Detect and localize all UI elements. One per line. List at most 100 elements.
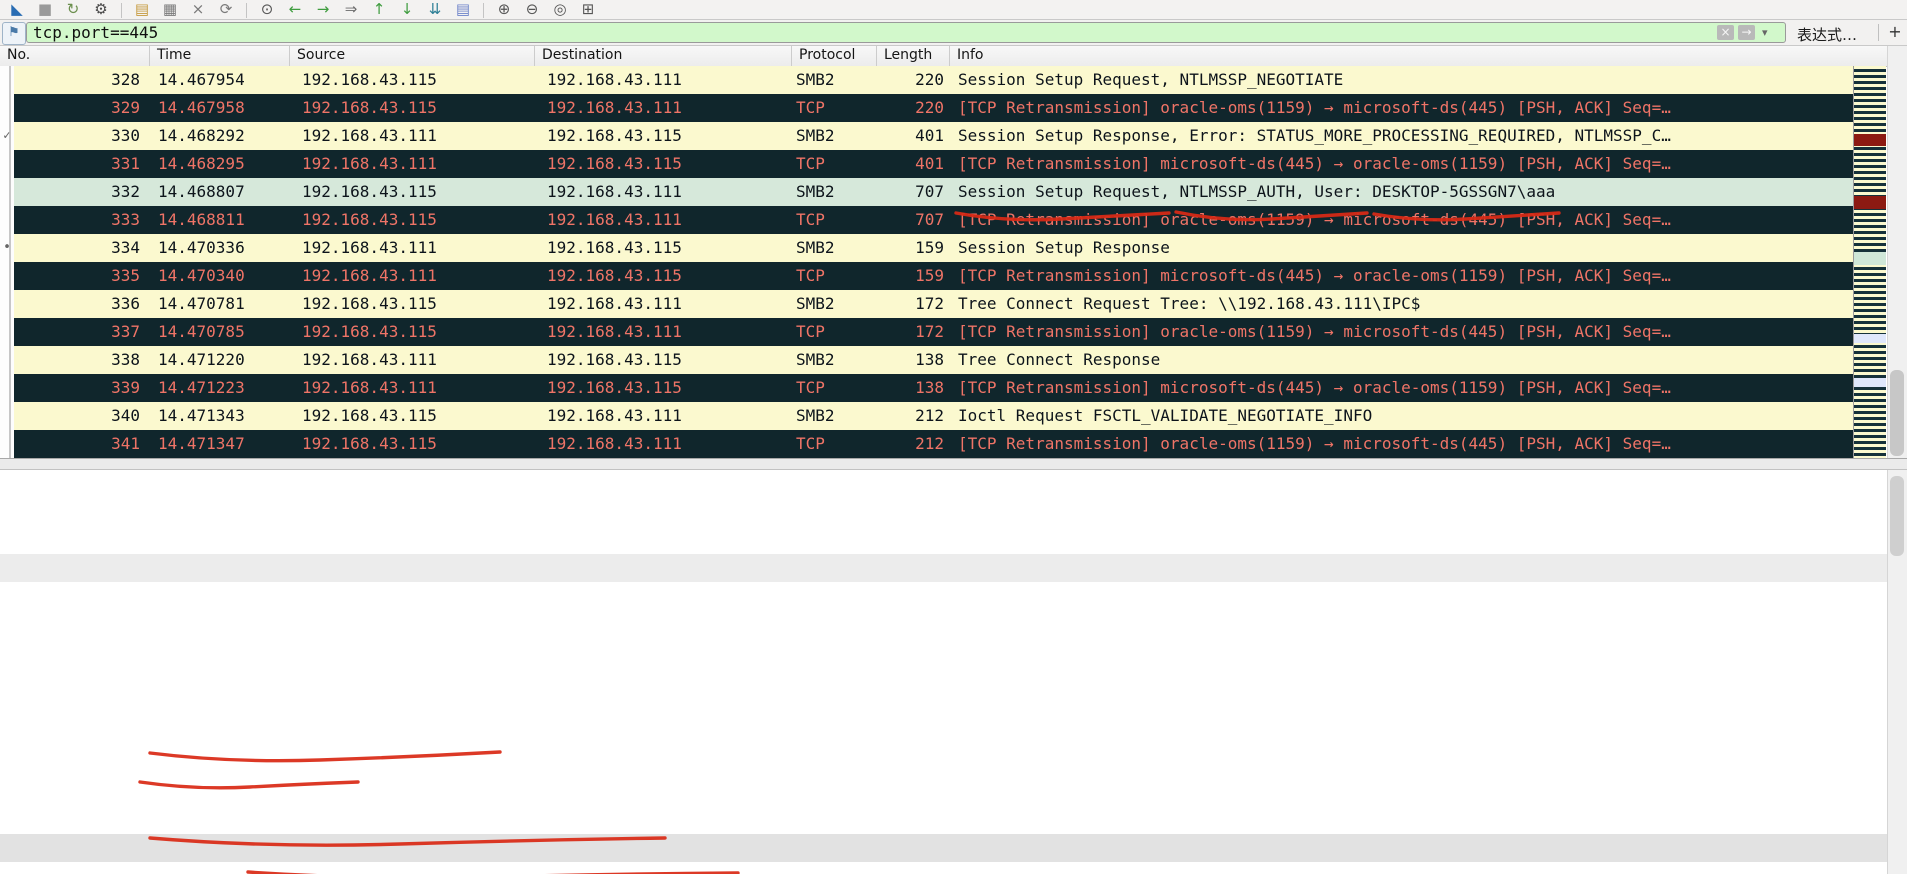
detail-line[interactable]: negResult: accept-incomplete (1) bbox=[0, 498, 1887, 526]
column-header-length[interactable]: Length bbox=[877, 46, 950, 66]
cell-info: Session Setup Response, Error: STATUS_MO… bbox=[958, 126, 1671, 145]
stop-capture-icon[interactable]: ■ bbox=[34, 0, 56, 19]
add-filter-button[interactable]: + bbox=[1886, 22, 1904, 42]
detail-line[interactable]: ›User name: aaa bbox=[0, 750, 1887, 778]
packet-row-331[interactable]: 331 14.468295 192.168.43.111 192.168.43.… bbox=[0, 150, 1853, 178]
detail-line[interactable]: ›NTLM Response: bb92b4b4381d0cd86be55983… bbox=[0, 694, 1887, 722]
packet-row-330[interactable]: ✓ 330 14.468292 192.168.43.111 192.168.4… bbox=[0, 122, 1853, 150]
detail-line[interactable]: ›Lan Manager Response: 00000000000000000… bbox=[0, 638, 1887, 666]
cell-source: 192.168.43.111 bbox=[302, 154, 437, 173]
row-marker bbox=[0, 318, 14, 346]
expression-button[interactable]: 表达式… bbox=[1797, 24, 1857, 45]
filter-apply-icon[interactable]: → bbox=[1738, 25, 1755, 40]
packet-row-339[interactable]: 339 14.471223 192.168.43.111 192.168.43.… bbox=[0, 374, 1853, 402]
filter-bookmark-icon[interactable]: ⚑ bbox=[2, 22, 26, 45]
cell-destination: 192.168.43.111 bbox=[547, 294, 682, 313]
cell-source: 192.168.43.111 bbox=[302, 238, 437, 257]
packet-row-335[interactable]: 335 14.470340 192.168.43.111 192.168.43.… bbox=[0, 262, 1853, 290]
start-capture-icon[interactable]: ◣ bbox=[6, 0, 28, 19]
cell-info: Session Setup Response bbox=[958, 238, 1170, 257]
packet-list-scrollbar[interactable] bbox=[1887, 46, 1907, 458]
detail-line[interactable]: ›negTokenTarg bbox=[0, 470, 1887, 498]
capture-options-icon[interactable]: ⚙ bbox=[90, 0, 112, 19]
detail-line[interactable]: ›Session Key: 0bf5ebd682ff37795617b4ed0a… bbox=[0, 806, 1887, 834]
go-first-icon[interactable]: ↑ bbox=[368, 0, 390, 19]
detail-line[interactable]: LMv2 Client Challenge: 0000000000000000 bbox=[0, 666, 1887, 694]
detail-line[interactable]: ›Negotiate Flags: 0xe2888215, Negotiate … bbox=[0, 834, 1887, 862]
colorize-icon[interactable]: ▤ bbox=[452, 0, 474, 19]
zoom-original-icon[interactable]: ◎ bbox=[549, 0, 571, 19]
cell-destination: 192.168.43.111 bbox=[547, 70, 682, 89]
row-marker bbox=[0, 346, 14, 374]
cell-info: [TCP Retransmission] oracle-oms(1159) → … bbox=[958, 322, 1671, 341]
detail-pane-scrollbar[interactable] bbox=[1887, 470, 1907, 874]
scrollbar-thumb[interactable] bbox=[1890, 370, 1904, 456]
hex-grid-icon[interactable]: ▦ bbox=[159, 0, 181, 19]
column-header-source[interactable]: Source bbox=[290, 46, 535, 66]
packet-row-340[interactable]: 340 14.471343 192.168.43.115 192.168.43.… bbox=[0, 402, 1853, 430]
row-marker: • bbox=[0, 234, 14, 262]
packet-row-328[interactable]: 328 14.467954 192.168.43.115 192.168.43.… bbox=[0, 66, 1853, 94]
packet-row-334[interactable]: • 334 14.470336 192.168.43.111 192.168.4… bbox=[0, 234, 1853, 262]
row-marker: ✓ bbox=[0, 122, 14, 150]
zoom-out-icon[interactable]: ⊖ bbox=[521, 0, 543, 19]
go-back-icon[interactable]: ← bbox=[284, 0, 306, 19]
column-header-info[interactable]: Info bbox=[950, 46, 1907, 66]
reload-icon[interactable]: ⟳ bbox=[215, 0, 237, 19]
restart-capture-icon[interactable]: ↻ bbox=[62, 0, 84, 19]
cell-protocol: TCP bbox=[796, 154, 825, 173]
cell-destination: 192.168.43.115 bbox=[547, 238, 682, 257]
packet-minimap[interactable] bbox=[1853, 66, 1886, 458]
cell-time: 14.471220 bbox=[158, 350, 245, 369]
column-header-time[interactable]: Time bbox=[150, 46, 290, 66]
cell-protocol: SMB2 bbox=[796, 294, 835, 313]
packet-row-337[interactable]: 337 14.470785 192.168.43.115 192.168.43.… bbox=[0, 318, 1853, 346]
packet-row-336[interactable]: 336 14.470781 192.168.43.115 192.168.43.… bbox=[0, 290, 1853, 318]
cell-length: 138 bbox=[915, 350, 944, 369]
detail-line[interactable]: ›NTLM Secure Service Provider bbox=[0, 554, 1887, 582]
scrollbar-thumb[interactable] bbox=[1890, 476, 1904, 556]
packet-row-341[interactable]: 341 14.471347 192.168.43.115 192.168.43.… bbox=[0, 430, 1853, 458]
resize-columns-icon[interactable]: ⊞ bbox=[577, 0, 599, 19]
cell-no: 329 bbox=[111, 98, 140, 117]
minimap-info-band bbox=[1854, 334, 1886, 343]
find-packet-icon[interactable]: ⊙ bbox=[256, 0, 278, 19]
open-file-icon[interactable]: ▤ bbox=[131, 0, 153, 19]
packet-row-338[interactable]: 338 14.471220 192.168.43.111 192.168.43.… bbox=[0, 346, 1853, 374]
display-filter-input[interactable] bbox=[26, 22, 1786, 43]
cell-source: 192.168.43.115 bbox=[302, 434, 437, 453]
minimap-info-band bbox=[1854, 378, 1886, 387]
row-marker bbox=[0, 178, 14, 206]
zoom-in-icon[interactable]: ⊕ bbox=[493, 0, 515, 19]
packet-row-333[interactable]: 333 14.468811 192.168.43.115 192.168.43.… bbox=[0, 206, 1853, 234]
close-capture-icon[interactable]: × bbox=[187, 0, 209, 19]
go-last-icon[interactable]: ↓ bbox=[396, 0, 418, 19]
detail-line[interactable]: NTLM Message Type: NTLMSSP_AUTH (0x00000… bbox=[0, 610, 1887, 638]
cell-protocol: SMB2 bbox=[796, 350, 835, 369]
detail-line[interactable]: ›Host name: DESKTOP-5GSSGN7 bbox=[0, 778, 1887, 806]
detail-line[interactable]: responseToken: 4e544c4d53535000030000001… bbox=[0, 526, 1887, 554]
go-forward-icon[interactable]: → bbox=[312, 0, 334, 19]
packet-row-329[interactable]: 329 14.467958 192.168.43.115 192.168.43.… bbox=[0, 94, 1853, 122]
cell-no: 341 bbox=[111, 434, 140, 453]
column-header-protocol[interactable]: Protocol bbox=[792, 46, 877, 66]
cell-length: 172 bbox=[915, 294, 944, 313]
cell-time: 14.468292 bbox=[158, 126, 245, 145]
filter-dropdown-caret-icon[interactable]: ▾ bbox=[1762, 26, 1768, 39]
pane-splitter[interactable] bbox=[0, 458, 1907, 470]
filterbar-divider bbox=[1878, 24, 1879, 41]
cell-length: 220 bbox=[915, 70, 944, 89]
column-header-no[interactable]: No. bbox=[0, 46, 150, 66]
detail-line[interactable]: ›Domain name: DESKTOP-5GSSGN7 bbox=[0, 722, 1887, 750]
column-header-destination[interactable]: Destination bbox=[535, 46, 792, 66]
cell-source: 192.168.43.111 bbox=[302, 126, 437, 145]
row-marker bbox=[0, 206, 14, 234]
toolbar: ◣ ■ ↻ ⚙ ▤ ▦ × ⟳ ⊙ ← → ⇒ ↑ ↓ ⇊ ▤ ⊕ ⊖ ◎ ⊞ bbox=[0, 0, 1907, 20]
detail-line[interactable]: NTLMSSP identifier: NTLMSSP bbox=[0, 582, 1887, 610]
cell-destination: 192.168.43.111 bbox=[547, 98, 682, 117]
cell-info: Session Setup Request, NTLMSSP_AUTH, Use… bbox=[958, 182, 1556, 201]
go-to-packet-icon[interactable]: ⇒ bbox=[340, 0, 362, 19]
filter-clear-icon[interactable]: × bbox=[1717, 25, 1734, 40]
auto-scroll-icon[interactable]: ⇊ bbox=[424, 0, 446, 19]
packet-row-332[interactable]: 332 14.468807 192.168.43.115 192.168.43.… bbox=[0, 178, 1853, 206]
